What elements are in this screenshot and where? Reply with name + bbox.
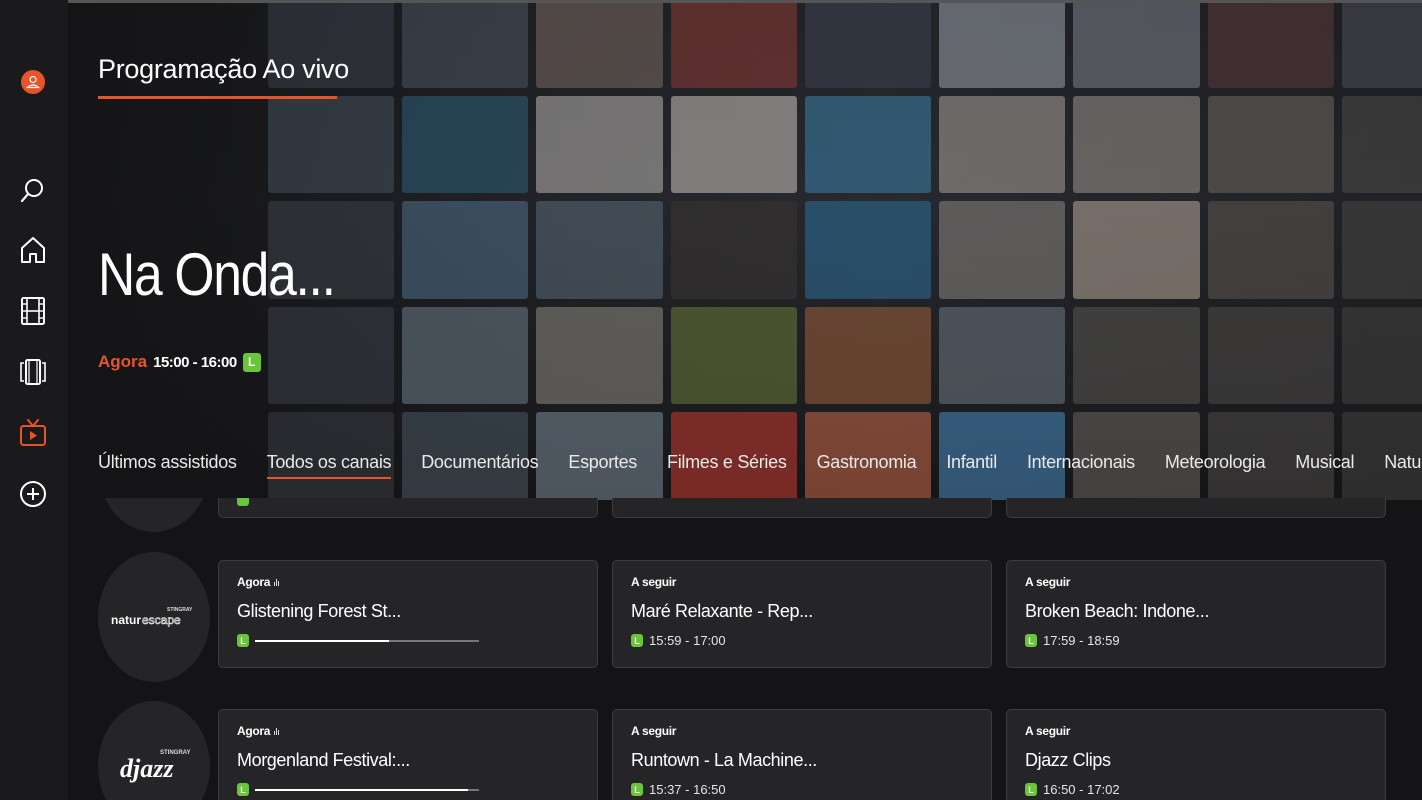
program-title: Glistening Forest St...: [237, 601, 401, 621]
tab-documentarios[interactable]: Documentários: [421, 452, 538, 479]
program-card-next[interactable]: A seguir Maré Relaxante - Rep... L 15:59…: [612, 560, 992, 668]
next-label: A seguir: [1025, 724, 1071, 738]
search-icon: [20, 179, 43, 203]
program-time: L 15:37 - 16:50: [631, 782, 726, 797]
program-title: Maré Relaxante - Rep...: [631, 601, 813, 621]
sidebar-item-series[interactable]: [17, 356, 49, 388]
plus-circle-icon: [20, 481, 46, 507]
program-time-range: 15:37 - 16:50: [649, 782, 726, 797]
tv-icon: [20, 419, 46, 446]
rating-badge: [237, 498, 249, 506]
rating-badge: L: [1025, 634, 1037, 647]
progress-fill: [255, 788, 468, 791]
program-card-next[interactable]: A seguir Djazz Clips L 16:50 - 17:02: [1006, 709, 1386, 800]
program-card[interactable]: [218, 498, 598, 518]
sidebar-item-home[interactable]: [17, 234, 49, 266]
svg-text:natur: natur: [111, 613, 141, 627]
program-card[interactable]: [612, 498, 992, 518]
progress-fill: [255, 639, 390, 642]
tab-filmes-e-series[interactable]: Filmes e Séries: [667, 452, 787, 479]
program-title: Morgenland Festival:...: [237, 750, 410, 770]
tab-todos-os-canais[interactable]: Todos os canais: [266, 452, 392, 479]
channel-row: [68, 498, 1422, 532]
page-title: Programação Ao vivo: [98, 54, 349, 84]
hero-background-image: [268, 0, 1422, 500]
film-icon: [21, 297, 45, 325]
tab-infantil[interactable]: Infantil: [946, 452, 997, 479]
show-time-range: 15:00 - 16:00: [153, 353, 237, 371]
program-time-range: 16:50 - 17:02: [1043, 782, 1120, 797]
program-card-now[interactable]: Agora Glistening Forest St... L: [218, 560, 598, 668]
program-title: Runtown - La Machine...: [631, 750, 817, 770]
live-equalizer-icon: [274, 727, 280, 735]
category-tabs: Últimos assistidos Todos os canais Docum…: [98, 452, 1422, 479]
profile-avatar[interactable]: [17, 66, 49, 98]
current-show-title: Na Onda...: [98, 241, 336, 308]
program-card-next[interactable]: A seguir Runtown - La Machine... L 15:37…: [612, 709, 992, 800]
channel-logo-naturescape[interactable]: STINGRAY natur escape: [98, 552, 210, 682]
sidebar-item-add[interactable]: [17, 478, 49, 510]
user-icon: [21, 70, 45, 94]
program-progress: L: [237, 783, 479, 796]
tab-esportes[interactable]: Esportes: [568, 452, 637, 479]
svg-text:escape: escape: [142, 613, 181, 627]
tab-ultimos-assistidos[interactable]: Últimos assistidos: [98, 452, 237, 479]
program-card-now[interactable]: Agora Morgenland Festival:... L: [218, 709, 598, 800]
rating-badge: L: [631, 634, 643, 647]
sidebar: [0, 0, 68, 800]
home-icon: [21, 237, 45, 263]
series-icon: [20, 359, 46, 385]
program-time: L 17:59 - 18:59: [1025, 633, 1120, 648]
top-edge: [68, 0, 1422, 3]
sidebar-item-movies[interactable]: [17, 295, 49, 327]
naturescape-logo: STINGRAY natur escape: [111, 607, 193, 627]
now-label: Agora: [98, 352, 148, 371]
program-card[interactable]: [1006, 498, 1386, 518]
program-progress: L: [237, 634, 479, 647]
program-card-next[interactable]: A seguir Broken Beach: Indone... L 17:59…: [1006, 560, 1386, 668]
live-equalizer-icon: [274, 578, 280, 586]
tab-meteorologia[interactable]: Meteorologia: [1165, 452, 1266, 479]
program-time-range: 15:59 - 17:00: [649, 633, 726, 648]
svg-text:djazz: djazz: [120, 754, 174, 783]
next-label: A seguir: [631, 575, 677, 589]
program-title: Djazz Clips: [1025, 750, 1111, 770]
progress-bar: [255, 788, 479, 791]
program-title: Broken Beach: Indone...: [1025, 601, 1209, 621]
rating-badge: L: [1025, 783, 1037, 796]
next-label: A seguir: [631, 724, 677, 738]
rating-badge: L: [631, 783, 643, 796]
channel-logo[interactable]: [98, 498, 210, 532]
channel-grid: STINGRAY natur escape Agora Glistening F…: [68, 498, 1422, 800]
tab-natureza[interactable]: Natur: [1384, 452, 1422, 479]
sidebar-item-search[interactable]: [17, 174, 49, 206]
progress-bar: [255, 639, 479, 642]
tab-internacionais[interactable]: Internacionais: [1027, 452, 1135, 479]
rating-badge: L: [237, 783, 249, 796]
program-time: L 15:59 - 17:00: [631, 633, 726, 648]
rating-badge: L: [242, 352, 261, 372]
sidebar-item-live-tv[interactable]: [17, 417, 49, 449]
channel-logo-djazz[interactable]: STINGRAY djazz: [98, 701, 210, 800]
page-title-underline: [98, 96, 337, 99]
channel-row: STINGRAY djazz Agora Morgenland Festival…: [68, 701, 1422, 800]
djazz-logo: STINGRAY djazz: [120, 750, 190, 783]
next-label: A seguir: [1025, 575, 1071, 589]
current-show-info: Agora 15:00 - 16:00 L: [98, 352, 261, 372]
channel-row: STINGRAY natur escape Agora Glistening F…: [68, 552, 1422, 682]
tab-musical[interactable]: Musical: [1295, 452, 1354, 479]
tab-gastronomia[interactable]: Gastronomia: [817, 452, 917, 479]
program-time-range: 17:59 - 18:59: [1043, 633, 1120, 648]
rating-badge: L: [237, 634, 249, 647]
now-label: Agora: [237, 575, 280, 589]
now-label: Agora: [237, 724, 280, 738]
program-time: L 16:50 - 17:02: [1025, 782, 1120, 797]
